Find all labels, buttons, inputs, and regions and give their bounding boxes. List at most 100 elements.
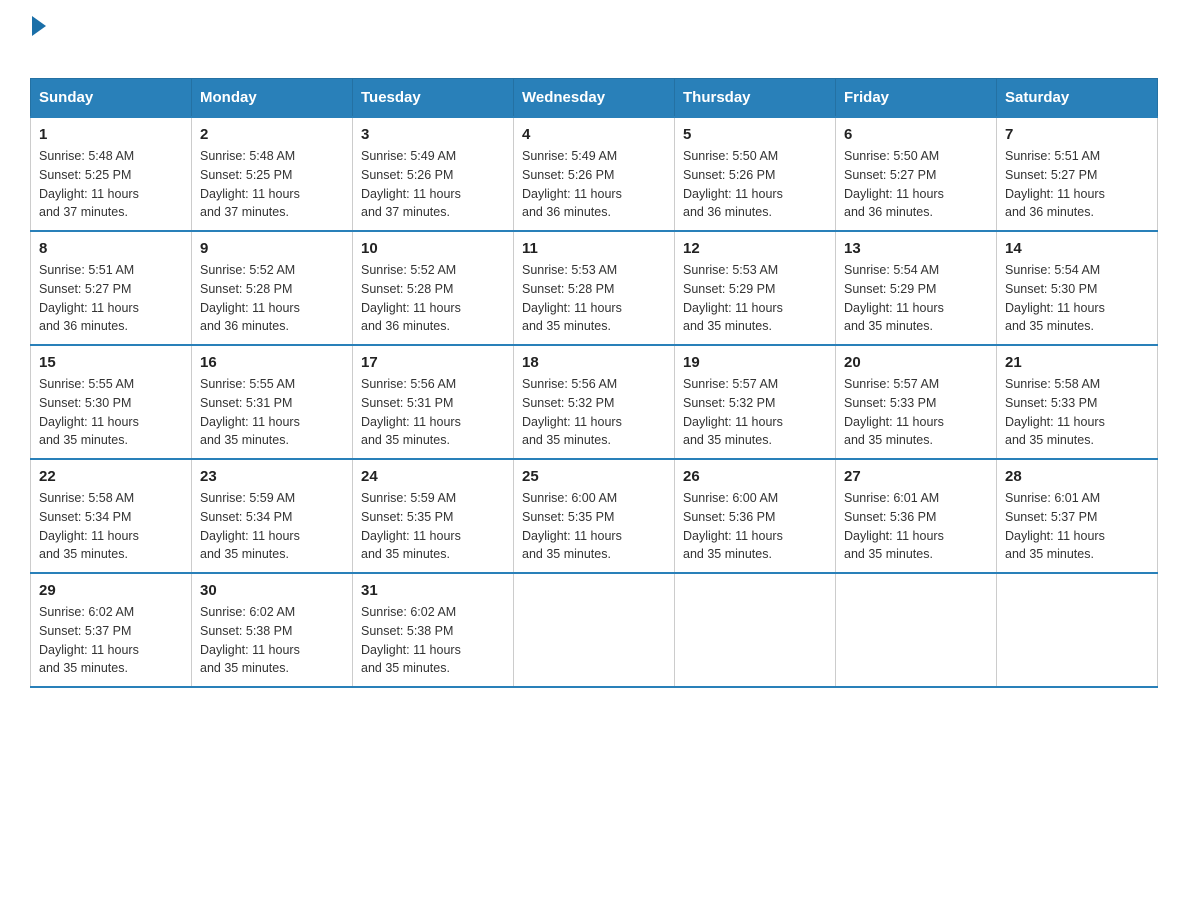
day-number: 28 <box>1005 468 1149 485</box>
day-number: 29 <box>39 582 183 599</box>
day-info: Sunrise: 5:55 AMSunset: 5:31 PMDaylight:… <box>200 375 344 450</box>
day-info: Sunrise: 5:51 AMSunset: 5:27 PMDaylight:… <box>1005 147 1149 222</box>
calendar-day-cell: 11 Sunrise: 5:53 AMSunset: 5:28 PMDayligh… <box>514 231 675 345</box>
day-of-week-header: Thursday <box>675 79 836 118</box>
calendar-day-cell: 6Sunrise: 5:50 AMSunset: 5:27 PMDaylight… <box>836 117 997 231</box>
calendar-week-row: 29 Sunrise: 6:02 AMSunset: 5:37 PMDayligh… <box>31 573 1158 687</box>
day-of-week-header: Monday <box>192 79 353 118</box>
day-info: Sunrise: 6:01 AMSunset: 5:36 PMDaylight:… <box>844 489 988 564</box>
day-info: Sunrise: 6:02 AMSunset: 5:37 PMDaylight:… <box>39 603 183 678</box>
calendar-day-cell: 16 Sunrise: 5:55 AMSunset: 5:31 PMDayligh… <box>192 345 353 459</box>
calendar-day-cell <box>836 573 997 687</box>
calendar-day-cell: 7 Sunrise: 5:51 AMSunset: 5:27 PMDaylight… <box>997 117 1158 231</box>
calendar-day-cell: 28 Sunrise: 6:01 AMSunset: 5:37 PMDayligh… <box>997 459 1158 573</box>
day-info: Sunrise: 5:52 AMSunset: 5:28 PMDaylight:… <box>200 261 344 336</box>
calendar-week-row: 1 Sunrise: 5:48 AMSunset: 5:25 PMDaylight… <box>31 117 1158 231</box>
day-number: 23 <box>200 468 344 485</box>
day-number: 31 <box>361 582 505 599</box>
calendar-day-cell: 13 Sunrise: 5:54 AMSunset: 5:29 PMDayligh… <box>836 231 997 345</box>
day-info: Sunrise: 5:54 AMSunset: 5:29 PMDaylight:… <box>844 261 988 336</box>
day-number: 3 <box>361 126 505 143</box>
day-info: Sunrise: 5:50 AMSunset: 5:27 PMDaylight:… <box>844 147 988 222</box>
logo-arrow-icon <box>32 16 46 36</box>
day-info: Sunrise: 6:01 AMSunset: 5:37 PMDaylight:… <box>1005 489 1149 564</box>
day-number: 27 <box>844 468 988 485</box>
day-number: 13 <box>844 240 988 257</box>
calendar-day-cell: 12Sunrise: 5:53 AMSunset: 5:29 PMDayligh… <box>675 231 836 345</box>
calendar-day-cell <box>514 573 675 687</box>
day-of-week-header: Wednesday <box>514 79 675 118</box>
calendar-day-cell: 23 Sunrise: 5:59 AMSunset: 5:34 PMDayligh… <box>192 459 353 573</box>
day-info: Sunrise: 6:00 AMSunset: 5:36 PMDaylight:… <box>683 489 827 564</box>
calendar-day-cell: 22Sunrise: 5:58 AMSunset: 5:34 PMDayligh… <box>31 459 192 573</box>
calendar-day-cell: 26 Sunrise: 6:00 AMSunset: 5:36 PMDayligh… <box>675 459 836 573</box>
calendar-day-cell: 17 Sunrise: 5:56 AMSunset: 5:31 PMDayligh… <box>353 345 514 459</box>
day-info: Sunrise: 5:51 AMSunset: 5:27 PMDaylight:… <box>39 261 183 336</box>
calendar-table: SundayMondayTuesdayWednesdayThursdayFrid… <box>30 78 1158 688</box>
calendar-day-cell: 3 Sunrise: 5:49 AMSunset: 5:26 PMDaylight… <box>353 117 514 231</box>
day-of-week-header: Tuesday <box>353 79 514 118</box>
day-number: 2 <box>200 126 344 143</box>
day-of-week-header: Sunday <box>31 79 192 118</box>
calendar-day-cell: 24 Sunrise: 5:59 AMSunset: 5:35 PMDayligh… <box>353 459 514 573</box>
calendar-day-cell: 27 Sunrise: 6:01 AMSunset: 5:36 PMDayligh… <box>836 459 997 573</box>
calendar-day-cell: 18 Sunrise: 5:56 AMSunset: 5:32 PMDayligh… <box>514 345 675 459</box>
day-info: Sunrise: 5:49 AMSunset: 5:26 PMDaylight:… <box>522 147 666 222</box>
calendar-day-cell: 2Sunrise: 5:48 AMSunset: 5:25 PMDaylight… <box>192 117 353 231</box>
calendar-day-cell: 9Sunrise: 5:52 AMSunset: 5:28 PMDaylight… <box>192 231 353 345</box>
day-info: Sunrise: 5:50 AMSunset: 5:26 PMDaylight:… <box>683 147 827 222</box>
calendar-day-cell: 4Sunrise: 5:49 AMSunset: 5:26 PMDaylight… <box>514 117 675 231</box>
day-number: 20 <box>844 354 988 371</box>
calendar-day-cell: 5 Sunrise: 5:50 AMSunset: 5:26 PMDaylight… <box>675 117 836 231</box>
calendar-week-row: 8 Sunrise: 5:51 AMSunset: 5:27 PMDaylight… <box>31 231 1158 345</box>
day-info: Sunrise: 5:48 AMSunset: 5:25 PMDaylight:… <box>39 147 183 222</box>
day-info: Sunrise: 5:58 AMSunset: 5:34 PMDaylight:… <box>39 489 183 564</box>
day-info: Sunrise: 6:02 AMSunset: 5:38 PMDaylight:… <box>200 603 344 678</box>
calendar-header-row: SundayMondayTuesdayWednesdayThursdayFrid… <box>31 79 1158 118</box>
day-info: Sunrise: 5:56 AMSunset: 5:31 PMDaylight:… <box>361 375 505 450</box>
day-number: 15 <box>39 354 183 371</box>
day-number: 14 <box>1005 240 1149 257</box>
calendar-week-row: 15 Sunrise: 5:55 AMSunset: 5:30 PMDayligh… <box>31 345 1158 459</box>
day-number: 5 <box>683 126 827 143</box>
day-number: 11 <box>522 240 666 257</box>
day-info: Sunrise: 5:59 AMSunset: 5:35 PMDaylight:… <box>361 489 505 564</box>
day-of-week-header: Friday <box>836 79 997 118</box>
day-number: 21 <box>1005 354 1149 371</box>
day-info: Sunrise: 5:49 AMSunset: 5:26 PMDaylight:… <box>361 147 505 222</box>
day-number: 1 <box>39 126 183 143</box>
day-info: Sunrise: 5:53 AMSunset: 5:28 PMDaylight:… <box>522 261 666 336</box>
day-number: 8 <box>39 240 183 257</box>
calendar-day-cell <box>675 573 836 687</box>
day-number: 16 <box>200 354 344 371</box>
calendar-day-cell <box>997 573 1158 687</box>
day-info: Sunrise: 5:57 AMSunset: 5:33 PMDaylight:… <box>844 375 988 450</box>
calendar-week-row: 22Sunrise: 5:58 AMSunset: 5:34 PMDayligh… <box>31 459 1158 573</box>
logo <box>30 20 46 68</box>
day-number: 26 <box>683 468 827 485</box>
day-number: 19 <box>683 354 827 371</box>
day-number: 24 <box>361 468 505 485</box>
calendar-day-cell: 29 Sunrise: 6:02 AMSunset: 5:37 PMDayligh… <box>31 573 192 687</box>
page-header <box>30 20 1158 68</box>
day-info: Sunrise: 5:53 AMSunset: 5:29 PMDaylight:… <box>683 261 827 336</box>
day-number: 7 <box>1005 126 1149 143</box>
calendar-day-cell: 1 Sunrise: 5:48 AMSunset: 5:25 PMDaylight… <box>31 117 192 231</box>
calendar-day-cell: 10Sunrise: 5:52 AMSunset: 5:28 PMDayligh… <box>353 231 514 345</box>
day-number: 25 <box>522 468 666 485</box>
calendar-day-cell: 19 Sunrise: 5:57 AMSunset: 5:32 PMDayligh… <box>675 345 836 459</box>
day-info: Sunrise: 6:00 AMSunset: 5:35 PMDaylight:… <box>522 489 666 564</box>
calendar-day-cell: 30Sunrise: 6:02 AMSunset: 5:38 PMDayligh… <box>192 573 353 687</box>
day-info: Sunrise: 5:54 AMSunset: 5:30 PMDaylight:… <box>1005 261 1149 336</box>
day-info: Sunrise: 5:57 AMSunset: 5:32 PMDaylight:… <box>683 375 827 450</box>
day-info: Sunrise: 5:56 AMSunset: 5:32 PMDaylight:… <box>522 375 666 450</box>
day-number: 10 <box>361 240 505 257</box>
day-of-week-header: Saturday <box>997 79 1158 118</box>
day-number: 17 <box>361 354 505 371</box>
calendar-day-cell: 31Sunrise: 6:02 AMSunset: 5:38 PMDayligh… <box>353 573 514 687</box>
day-number: 18 <box>522 354 666 371</box>
calendar-day-cell: 14 Sunrise: 5:54 AMSunset: 5:30 PMDayligh… <box>997 231 1158 345</box>
day-info: Sunrise: 5:55 AMSunset: 5:30 PMDaylight:… <box>39 375 183 450</box>
day-info: Sunrise: 5:59 AMSunset: 5:34 PMDaylight:… <box>200 489 344 564</box>
calendar-day-cell: 21Sunrise: 5:58 AMSunset: 5:33 PMDayligh… <box>997 345 1158 459</box>
